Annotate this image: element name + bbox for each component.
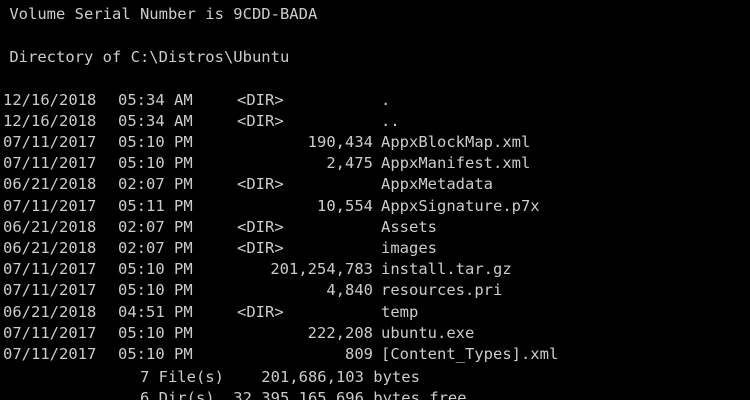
entry-date: 12/16/2018 — [3, 111, 97, 130]
listing-row: 07/11/2017 05:10 PM 222,208 ubuntu.exe — [0, 323, 750, 344]
entry-time: 05:34 AM — [118, 111, 193, 130]
entry-size: 2,475 — [326, 154, 373, 173]
entry-time: 05:34 AM — [118, 90, 193, 109]
listing-row: 06/21/2018 04:51 PM <DIR> temp — [0, 302, 750, 323]
entry-size: 809 — [345, 344, 373, 363]
entry-date: 07/11/2017 — [3, 154, 97, 173]
entry-time: 05:10 PM — [118, 260, 193, 279]
entry-time: 05:10 PM — [118, 344, 193, 363]
entry-date: 12/16/2018 — [3, 90, 97, 109]
entry-dir-tag: <DIR> — [237, 175, 284, 194]
listing-row: 06/21/2018 02:07 PM <DIR> AppxMetadata — [0, 174, 750, 195]
entry-name: .. — [381, 111, 400, 130]
entry-date: 06/21/2018 — [3, 302, 97, 321]
entry-name: images — [381, 238, 437, 257]
entry-time: 05:11 PM — [118, 196, 193, 215]
entry-time: 05:10 PM — [118, 132, 193, 151]
directory-of-line: Directory of C:\Distros\Ubuntu — [0, 47, 290, 66]
entry-time: 05:10 PM — [118, 154, 193, 173]
entry-date: 06/21/2018 — [3, 217, 97, 236]
listing-row: 07/11/2017 05:10 PM 190,434 AppxBlockMap.xm… — [0, 132, 750, 153]
entry-name: Assets — [381, 217, 437, 236]
entry-dir-tag: <DIR> — [237, 111, 284, 130]
entry-time: 05:10 PM — [118, 323, 193, 342]
entry-size: 190,434 — [307, 132, 373, 151]
volume-serial-line: Volume Serial Number is 9CDD-BADA — [0, 5, 318, 23]
listing-row: 07/11/2017 05:10 PM 201,254,783 install.tar… — [0, 259, 750, 280]
entry-time: 02:07 PM — [118, 238, 193, 257]
entry-date: 07/11/2017 — [3, 260, 97, 279]
entry-size: 201,254,783 — [270, 260, 373, 279]
entry-date: 07/11/2017 — [3, 344, 97, 363]
entry-date: 07/11/2017 — [3, 323, 97, 342]
entry-date: 06/21/2018 — [3, 238, 97, 257]
entry-size: 222,208 — [307, 323, 373, 342]
listing-row: 07/11/2017 05:10 PM 809 [Content_Types].xml — [0, 344, 750, 365]
entry-name: AppxMetadata — [381, 175, 493, 194]
terminal-window[interactable]: Volume Serial Number is 9CDD-BADA Direct… — [0, 0, 750, 400]
entry-time: 05:10 PM — [118, 281, 193, 300]
entry-time: 02:07 PM — [118, 217, 193, 236]
listing-row: 06/21/2018 02:07 PM <DIR> images — [0, 238, 750, 259]
listing-row: 12/16/2018 05:34 AM <DIR>. — [0, 90, 750, 111]
entry-size: 4,840 — [326, 281, 373, 300]
entry-time: 04:51 PM — [118, 302, 193, 321]
entry-size: 10,554 — [317, 196, 373, 215]
listing-row: 07/11/2017 05:10 PM 2,475 AppxManifest.xml — [0, 153, 750, 174]
entry-name: ubuntu.exe — [381, 323, 475, 342]
entry-dir-tag: <DIR> — [237, 238, 284, 257]
files-summary-line: 7 File(s) 201,686,103 bytes — [0, 368, 420, 386]
entry-date: 07/11/2017 — [3, 196, 97, 215]
entry-name: AppxBlockMap.xml — [381, 132, 531, 151]
entry-dir-tag: <DIR> — [237, 90, 284, 109]
entry-date: 07/11/2017 — [3, 281, 97, 300]
entry-dir-tag: <DIR> — [237, 302, 284, 321]
entry-name: [Content_Types].xml — [381, 344, 559, 363]
listing-row: 07/11/2017 05:10 PM 4,840 resources.pri — [0, 280, 750, 301]
entry-date: 07/11/2017 — [3, 132, 97, 151]
entry-name: resources.pri — [381, 281, 503, 300]
listing-row: 12/16/2018 05:34 AM <DIR>.. — [0, 111, 750, 132]
entry-date: 06/21/2018 — [3, 175, 97, 194]
entry-dir-tag: <DIR> — [237, 217, 284, 236]
entry-time: 02:07 PM — [118, 175, 193, 194]
entry-name: AppxManifest.xml — [381, 154, 531, 173]
listing-row: 07/11/2017 05:11 PM 10,554 AppxSignature.p7… — [0, 196, 750, 217]
entry-name: install.tar.gz — [381, 260, 512, 279]
entry-name: . — [381, 90, 391, 109]
entry-name: AppxSignature.p7x — [381, 196, 540, 215]
entry-name: temp — [381, 302, 419, 321]
dirs-summary-line: 6 Dir(s) 32,395,165,696 bytes free — [0, 389, 467, 400]
listing-row: 06/21/2018 02:07 PM <DIR> Assets — [0, 217, 750, 238]
